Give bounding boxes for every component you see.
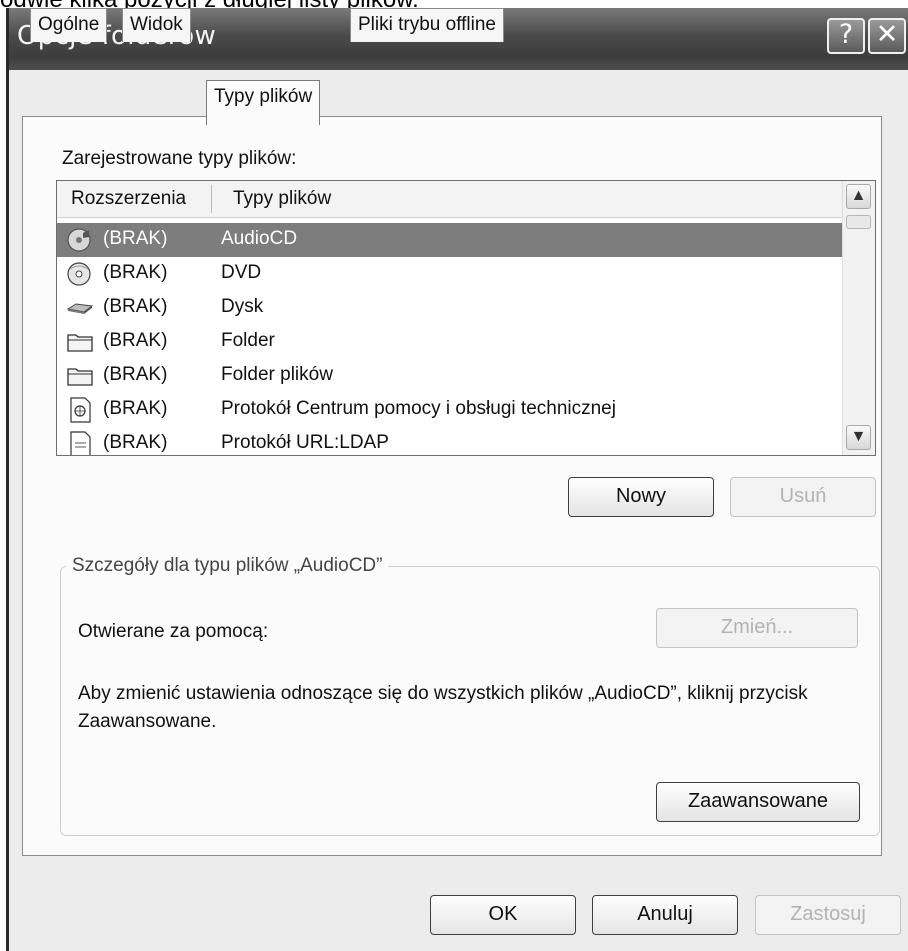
drive-icon <box>66 303 94 314</box>
row-type: Dysk <box>221 296 264 317</box>
folder-icon <box>67 368 93 386</box>
row-extension: (BRAK) <box>103 364 168 385</box>
row-type: Protokół URL:LDAP <box>221 432 389 453</box>
row-type: AudioCD <box>221 228 298 249</box>
list-item[interactable]: (BRAK) DVD <box>57 257 843 291</box>
scroll-thumb[interactable] <box>846 215 871 229</box>
dvd-icon <box>67 262 91 286</box>
row-extension: (BRAK) <box>103 228 168 249</box>
close-button[interactable]: ✕ <box>868 18 906 54</box>
row-extension: (BRAK) <box>103 432 168 453</box>
column-separator[interactable] <box>211 185 212 213</box>
audio-cd-icon <box>67 228 91 252</box>
list-item[interactable]: (BRAK) AudioCD <box>57 223 843 257</box>
apply-button[interactable]: Zastosuj <box>755 895 901 935</box>
row-extension: (BRAK) <box>103 296 168 317</box>
column-header-extensions[interactable]: Rozszerzenia <box>71 188 186 210</box>
row-type: Folder plików <box>221 364 333 385</box>
scroll-up-button[interactable]: ▲ <box>846 184 871 209</box>
tab-general[interactable]: Ogólne <box>30 8 108 42</box>
new-button[interactable]: Nowy <box>568 477 714 517</box>
help-button[interactable]: ? <box>827 18 865 54</box>
tab-file-types[interactable]: Typy plików <box>206 80 321 125</box>
vertical-scrollbar[interactable]: ▲ ▼ <box>842 181 875 455</box>
row-extension: (BRAK) <box>103 262 168 283</box>
web-document-icon <box>70 397 91 423</box>
registered-types-label: Zarejestrowane typy plików: <box>62 148 297 169</box>
tab-view[interactable]: Widok <box>122 8 191 42</box>
row-extension: (BRAK) <box>103 398 168 419</box>
list-item[interactable]: (BRAK) Folder <box>57 325 843 359</box>
list-item[interactable]: (BRAK) Protokół Centrum pomocy i obsługi… <box>57 393 843 427</box>
opens-with-label: Otwierane za pomocą: <box>78 621 269 642</box>
row-extension: (BRAK) <box>103 330 168 351</box>
cancel-button[interactable]: Anuluj <box>592 895 738 935</box>
delete-button[interactable]: Usuń <box>730 477 876 517</box>
folder-icon <box>67 334 93 352</box>
row-type: DVD <box>221 262 262 283</box>
row-type: Protokół Centrum pomocy i obsługi techni… <box>221 398 616 419</box>
list-item[interactable]: (BRAK) Protokół URL:LDAP <box>57 427 843 455</box>
change-button[interactable]: Zmień... <box>656 608 858 648</box>
list-header: Rozszerzenia Typy plików <box>57 181 843 218</box>
tab-offline-files[interactable]: Pliki trybu offline <box>350 8 504 42</box>
advanced-button[interactable]: Zaawansowane <box>656 782 860 822</box>
details-legend: Szczegóły dla typu plików „AudioCD” <box>66 555 389 577</box>
column-header-file-types[interactable]: Typy plików <box>233 188 331 210</box>
list-item[interactable]: (BRAK) Dysk <box>57 291 843 325</box>
file-types-list[interactable]: Rozszerzenia Typy plików (BRAK) AudioCD … <box>56 180 876 456</box>
ok-button[interactable]: OK <box>430 895 576 935</box>
scroll-down-button[interactable]: ▼ <box>846 425 871 450</box>
document-icon <box>70 431 91 455</box>
list-item[interactable]: (BRAK) Folder plików <box>57 359 843 393</box>
advanced-info-text: Aby zmienić ustawienia odnoszące się do … <box>78 683 808 732</box>
row-type: Folder <box>221 330 275 351</box>
